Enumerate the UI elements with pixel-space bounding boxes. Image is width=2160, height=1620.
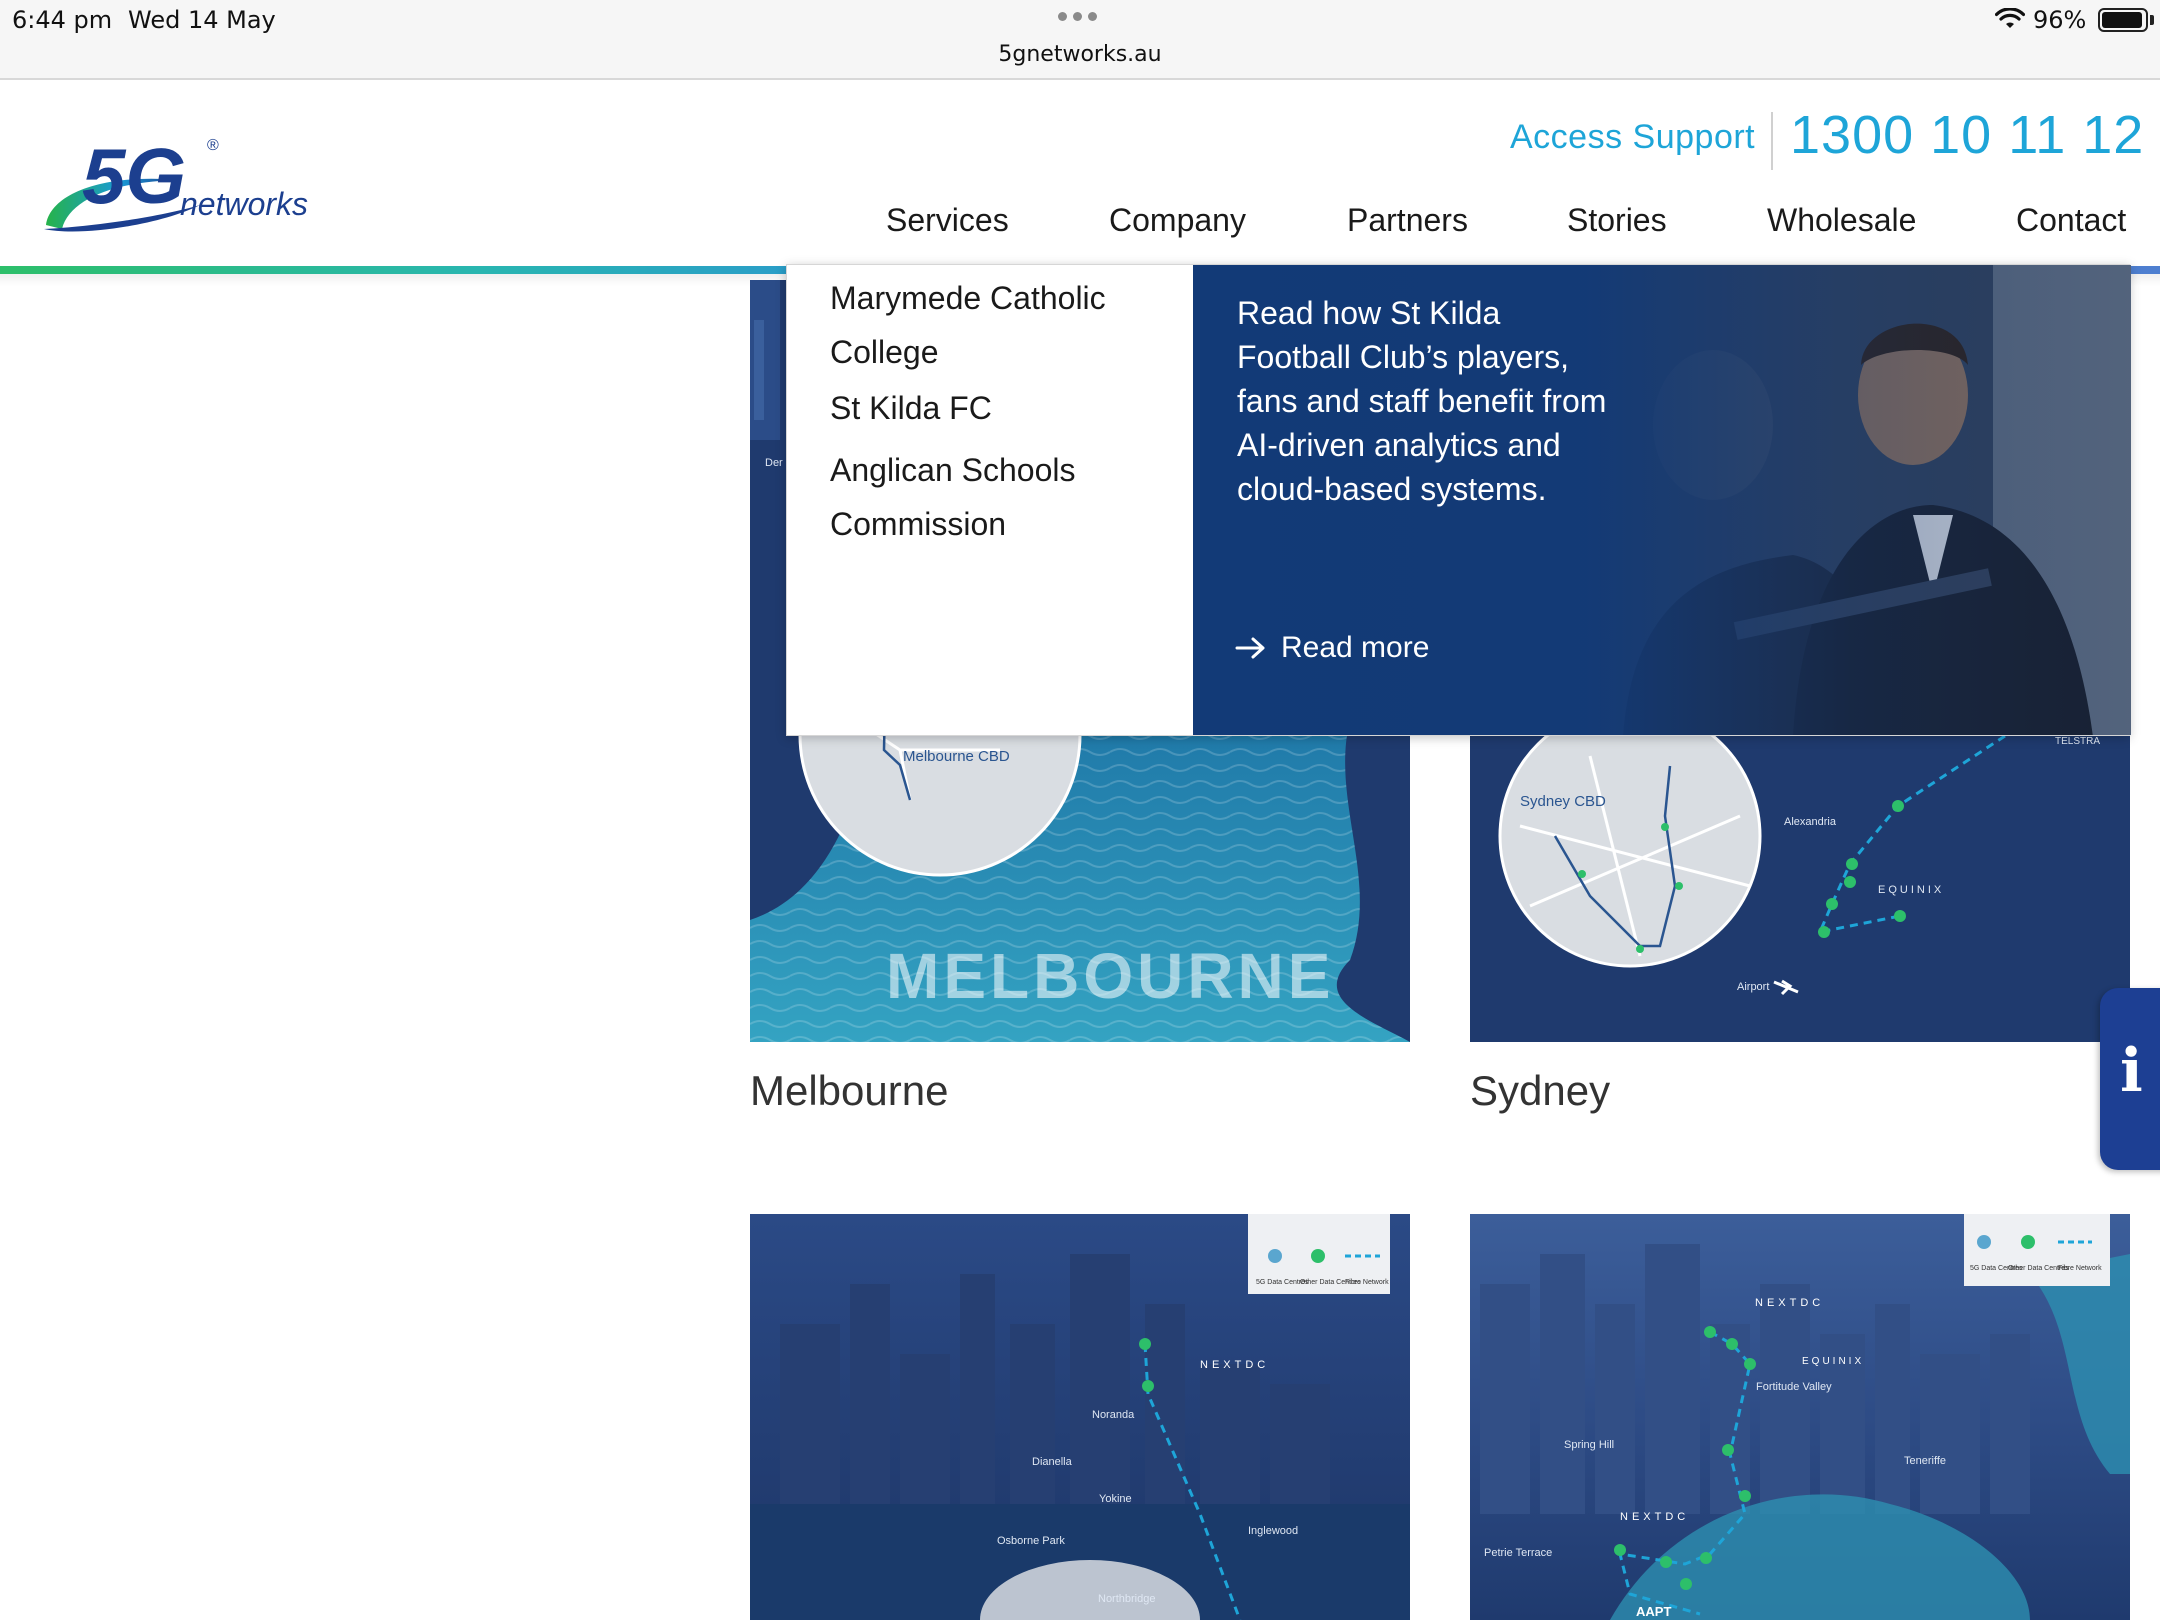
battery-percent: 96% — [2033, 6, 2087, 34]
info-icon: i — [2120, 1036, 2143, 1106]
status-date: Wed 14 May — [128, 6, 276, 34]
status-bar: 6:44 pm Wed 14 May 5gnetworks.au 96% — [0, 0, 2160, 80]
feature-description: Read how St Kilda Football Club’s player… — [1237, 295, 1607, 507]
nav-contact[interactable]: Contact — [2016, 202, 2126, 239]
dropdown-feature-panel[interactable]: Read how St Kilda Football Club’s player… — [1193, 265, 2131, 735]
brisbane-equinix-label: EQUINIX — [1802, 1356, 1864, 1367]
status-time: 6:44 pm — [12, 6, 113, 34]
perth-noranda-label: Noranda — [1092, 1409, 1135, 1421]
perth-legend-fibre: Fibre Network — [1345, 1279, 1389, 1286]
logo-registered-mark: ® — [207, 137, 219, 154]
header-divider — [1771, 112, 1773, 170]
brisbane-nextdc-label: NEXTDC — [1755, 1297, 1824, 1309]
perth-card[interactable]: 5G Data Centres Other Data Centres Fibre… — [750, 1214, 1410, 1620]
sydney-card[interactable]: Sydney CBD Alexandria EQUINIX Airport TE… — [1470, 736, 2130, 1042]
dropdown-item-st-kilda[interactable]: St Kilda FC — [830, 381, 1170, 435]
logo-networks-text: networks — [180, 186, 308, 222]
brisbane-fortitude-valley-label: Fortitude Valley — [1756, 1381, 1832, 1393]
stories-dropdown-list: Marymede Catholic College St Kilda FC An… — [787, 265, 1193, 735]
perth-yokine-label: Yokine — [1099, 1493, 1132, 1505]
brisbane-teneriffe-label: Teneriffe — [1904, 1455, 1946, 1467]
perth-dianella-label: Dianella — [1032, 1456, 1073, 1468]
sydney-alexandria-label: Alexandria — [1784, 816, 1837, 828]
battery-icon — [2098, 8, 2148, 32]
dropdown-item-anglican[interactable]: Anglican Schools Commission — [830, 443, 1170, 551]
address-bar-url[interactable]: 5gnetworks.au — [0, 42, 2160, 67]
perth-inglewood-label: Inglewood — [1248, 1525, 1298, 1537]
sydney-airport-label: Airport — [1737, 981, 1769, 993]
nav-partners[interactable]: Partners — [1347, 202, 1468, 239]
nav-stories[interactable]: Stories — [1567, 202, 1667, 239]
brisbane-aapt-label: AAPT — [1636, 1604, 1671, 1619]
arrow-right-icon — [1235, 637, 1265, 659]
brisbane-spring-hill-label: Spring Hill — [1564, 1439, 1614, 1451]
5g-networks-logo[interactable]: 5G ® networks — [40, 125, 330, 240]
perth-northbridge-label: Northbridge — [1098, 1593, 1155, 1605]
nav-wholesale[interactable]: Wholesale — [1767, 202, 1916, 239]
wifi-icon — [1995, 8, 2025, 28]
brisbane-nextdc-2-label: NEXTDC — [1620, 1511, 1689, 1523]
info-side-tab[interactable]: i — [2100, 988, 2160, 1170]
sydney-equinix-label: EQUINIX — [1878, 884, 1944, 896]
read-more-link[interactable]: Read more — [1235, 631, 1429, 665]
melbourne-map-title: MELBOURNE — [886, 940, 1334, 1012]
access-support-link[interactable]: Access Support — [1510, 118, 1755, 157]
sydney-cbd-label: Sydney CBD — [1520, 793, 1606, 810]
logo-5g-text: 5G — [82, 132, 186, 220]
nav-services[interactable]: Services — [886, 202, 1009, 239]
brisbane-map-image: 5G Data Centres Other Data Centres Fibre… — [1470, 1214, 2130, 1620]
read-more-label: Read more — [1281, 631, 1430, 664]
perth-osborne-park-label: Osborne Park — [997, 1535, 1065, 1547]
browser-more-icon[interactable] — [1058, 12, 1097, 21]
stories-dropdown-menu: Marymede Catholic College St Kilda FC An… — [786, 264, 2131, 736]
brisbane-petrie-terrace-label: Petrie Terrace — [1484, 1547, 1552, 1559]
nav-company[interactable]: Company — [1109, 202, 1246, 239]
melbourne-edge-label: Der — [765, 457, 783, 469]
phone-number-link[interactable]: 1300 10 11 12 — [1790, 104, 2144, 166]
perth-map-image: 5G Data Centres Other Data Centres Fibre… — [750, 1214, 1410, 1620]
melbourne-cbd-label: Melbourne CBD — [903, 748, 1010, 765]
sydney-card-label[interactable]: Sydney — [1470, 1067, 1610, 1115]
dropdown-item-marymede[interactable]: Marymede Catholic College — [830, 271, 1170, 379]
perth-nextdc-label: NEXTDC — [1200, 1359, 1269, 1371]
sydney-map-image: Sydney CBD Alexandria EQUINIX Airport TE… — [1470, 736, 2130, 1042]
brisbane-card[interactable]: 5G Data Centres Other Data Centres Fibre… — [1470, 1214, 2130, 1620]
brisbane-legend-fibre: Fibre Network — [2058, 1265, 2102, 1272]
sydney-telstra-label: TELSTRA — [2055, 736, 2100, 747]
melbourne-card-label[interactable]: Melbourne — [750, 1067, 948, 1115]
